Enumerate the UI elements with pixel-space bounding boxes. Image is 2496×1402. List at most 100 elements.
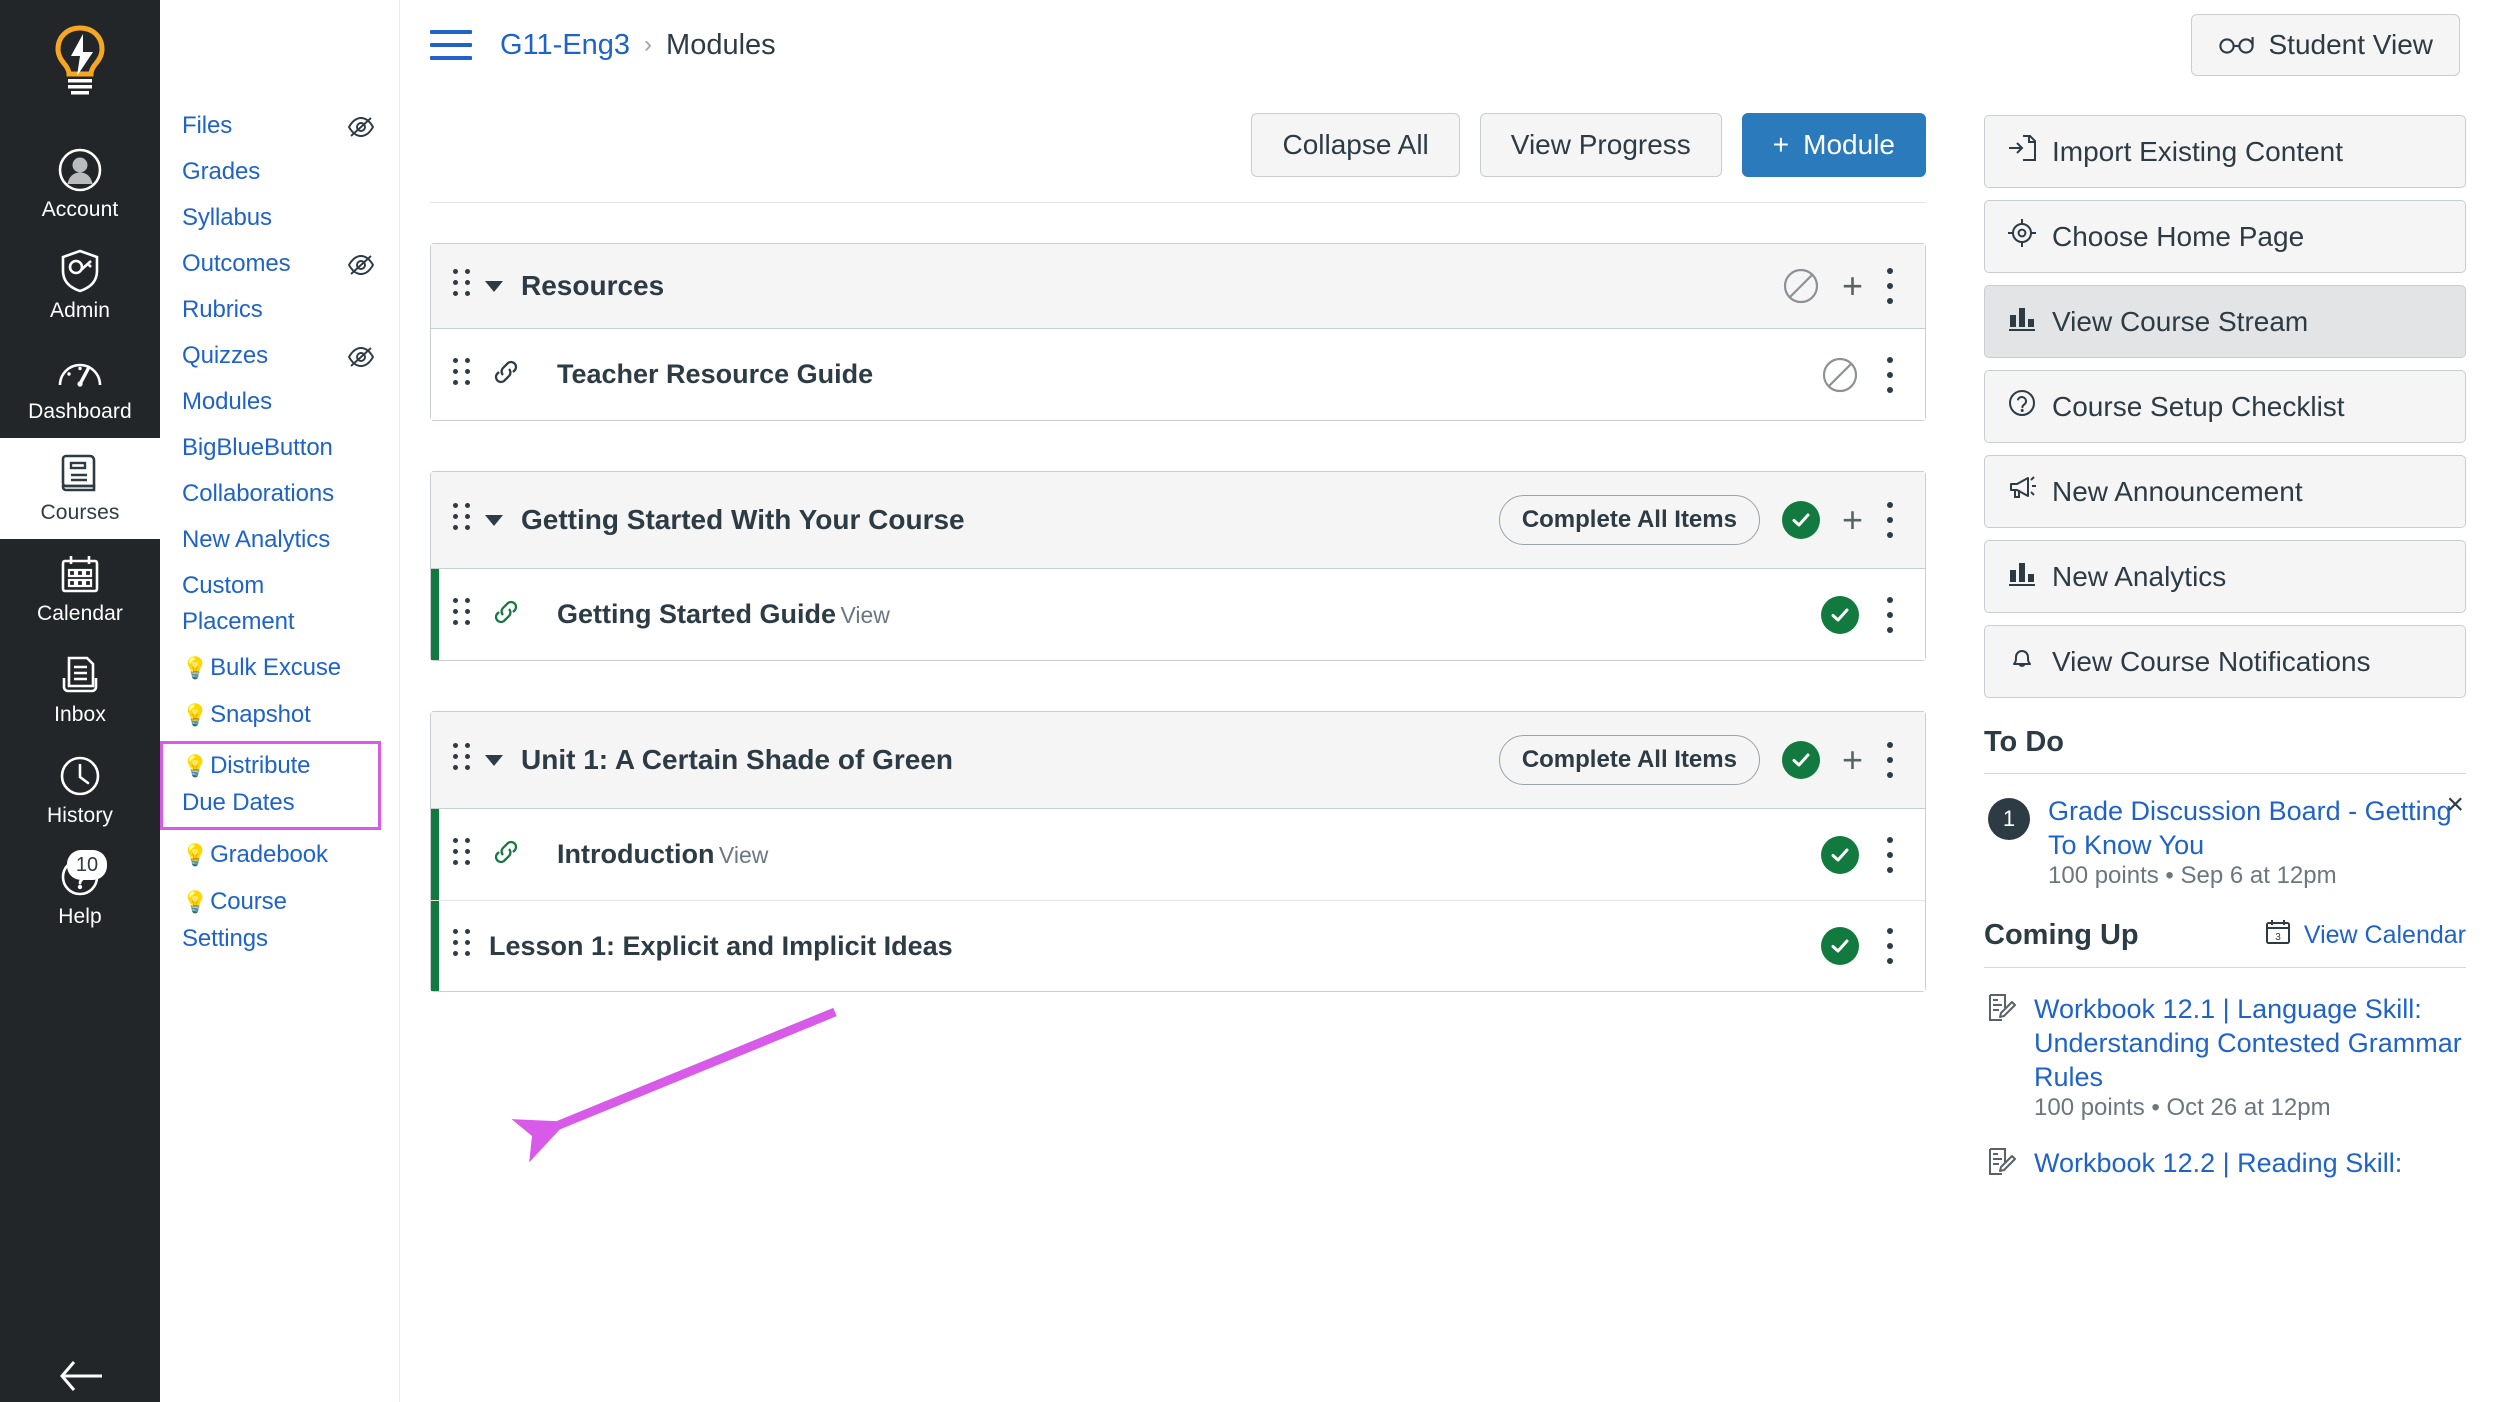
global-nav-label: Admin (49, 299, 111, 322)
todo-item-link[interactable]: Grade Discussion Board - Getting To Know… (2048, 794, 2466, 862)
chevron-down-icon[interactable] (485, 514, 503, 526)
published-icon[interactable] (1781, 501, 1820, 539)
coming-up-item-link[interactable]: Workbook 12.1 | Language Skill: Understa… (2034, 992, 2466, 1094)
global-nav-courses[interactable]: Courses (0, 438, 160, 539)
drag-handle-icon[interactable] (453, 357, 471, 392)
student-view-button[interactable]: Student View (2190, 14, 2460, 76)
course-navigation: Files Grades Syllabus Outcomes Rubrics Q… (160, 0, 400, 1402)
course-nav-item-grades[interactable]: Grades (160, 149, 399, 195)
course-nav-item-collaborations[interactable]: Collaborations (160, 471, 399, 517)
view-course-notifications-button[interactable]: View Course Notifications (1984, 625, 2466, 698)
breadcrumb-course-link[interactable]: G11-Eng3 (500, 29, 630, 62)
global-nav-calendar[interactable]: Calendar (0, 539, 160, 640)
coming-up-item-link[interactable]: Workbook 12.2 | Reading Skill: (2034, 1146, 2402, 1180)
unpublished-icon[interactable] (1821, 356, 1859, 394)
global-nav-admin[interactable]: Admin (0, 236, 160, 337)
course-nav-label: Gradebook (210, 841, 328, 868)
view-progress-button[interactable]: View Progress (1479, 113, 1722, 177)
lightbulb-logo[interactable] (49, 24, 111, 101)
module-menu-icon[interactable] (1885, 268, 1895, 304)
global-nav-history[interactable]: History (0, 741, 160, 842)
course-nav-item-outcomes[interactable]: Outcomes (160, 241, 399, 287)
item-menu-icon[interactable] (1885, 928, 1895, 964)
item-menu-icon[interactable] (1885, 836, 1895, 873)
new-announcement-button[interactable]: New Announcement (1984, 455, 2466, 528)
add-item-icon[interactable]: + (1842, 268, 1863, 304)
hidden-eye-icon (347, 116, 375, 143)
course-nav-item-rubrics[interactable]: Rubrics (160, 287, 399, 333)
course-nav-item-course-settings[interactable]: 💡Course Settings (160, 879, 399, 962)
module-item-subtitle: View (718, 842, 769, 868)
megaphone-icon (2007, 473, 2037, 510)
view-calendar-label: View Calendar (2303, 921, 2466, 949)
published-icon[interactable] (1821, 835, 1859, 874)
course-nav-item-modules[interactable]: Modules (160, 379, 399, 425)
collapse-all-button[interactable]: Collapse All (1251, 113, 1460, 177)
collapse-nav-icon[interactable] (0, 1356, 160, 1396)
add-item-icon[interactable]: + (1842, 502, 1863, 538)
unpublished-icon[interactable] (1782, 267, 1820, 305)
chevron-down-icon[interactable] (485, 280, 503, 292)
published-icon[interactable] (1821, 595, 1859, 634)
course-nav-item-custom-placement[interactable]: Custom Placement (160, 563, 399, 645)
new-analytics-button[interactable]: New Analytics (1984, 540, 2466, 613)
global-nav-dashboard[interactable]: Dashboard (0, 337, 160, 438)
course-nav-item-new-analytics[interactable]: New Analytics (160, 517, 399, 563)
chevron-down-icon[interactable] (485, 754, 503, 766)
sidebar-button-label: Course Setup Checklist (2052, 390, 2345, 422)
assignment-icon (1986, 1146, 2018, 1183)
add-item-icon[interactable]: + (1842, 742, 1863, 778)
main-region: G11-Eng3 › Modules Student View Collapse… (400, 0, 2496, 1402)
sidebar-button-label: View Course Notifications (2052, 645, 2371, 677)
module-menu-icon[interactable] (1885, 742, 1895, 778)
course-nav-item-gradebook[interactable]: 💡Gradebook (160, 832, 399, 879)
drag-handle-icon[interactable] (453, 929, 471, 963)
view-course-stream-button[interactable]: View Course Stream (1984, 285, 2466, 358)
course-nav-label: Modules (182, 388, 273, 415)
import-existing-content-button[interactable]: Import Existing Content (1984, 115, 2466, 188)
drag-handle-icon[interactable] (453, 743, 471, 777)
plus-icon: + (1772, 129, 1790, 160)
course-nav-item-snapshot[interactable]: 💡Snapshot (160, 692, 399, 739)
course-nav-item-bigbluebutton[interactable]: BigBlueButton (160, 425, 399, 471)
course-nav-item-quizzes[interactable]: Quizzes (160, 333, 399, 379)
drag-handle-icon[interactable] (453, 837, 471, 872)
published-icon[interactable] (1781, 741, 1820, 779)
book-icon (57, 450, 103, 496)
hamburger-menu-icon[interactable] (430, 30, 472, 60)
item-menu-icon[interactable] (1885, 596, 1895, 633)
course-nav-item-distribute-due-dates[interactable]: 💡Distribute Due Dates (160, 741, 381, 830)
module-item[interactable]: Teacher Resource Guide (431, 329, 1925, 420)
course-nav-label: Outcomes (182, 250, 291, 277)
question-circle-icon (2007, 388, 2037, 425)
view-calendar-link[interactable]: 3 View Calendar (2264, 918, 2466, 953)
module-item[interactable]: Introduction View (431, 809, 1925, 901)
course-setup-checklist-button[interactable]: Course Setup Checklist (1984, 370, 2466, 443)
drag-handle-icon[interactable] (453, 269, 471, 303)
global-nav-label: Dashboard (28, 400, 132, 423)
drag-handle-icon[interactable] (453, 503, 471, 537)
choose-home-page-button[interactable]: Choose Home Page (1984, 200, 2466, 273)
coming-up-header: Coming Up 3 View Calendar (1984, 918, 2466, 953)
course-nav-item-files[interactable]: Files (160, 103, 399, 149)
course-nav-item-syllabus[interactable]: Syllabus (160, 195, 399, 241)
published-icon[interactable] (1821, 927, 1859, 965)
close-icon[interactable]: × (2446, 790, 2464, 820)
global-nav-inbox[interactable]: Inbox (0, 640, 160, 741)
course-nav-label: Quizzes (182, 342, 268, 369)
module-header: Getting Started With Your Course Complet… (431, 472, 1925, 569)
add-module-button[interactable]: + Module (1741, 113, 1926, 177)
item-menu-icon[interactable] (1885, 356, 1895, 393)
global-nav-help[interactable]: 10 Help (0, 842, 160, 943)
drag-handle-icon[interactable] (453, 597, 471, 632)
completion-requirement-pill[interactable]: Complete All Items (1498, 495, 1760, 545)
course-nav-item-bulk-excuse[interactable]: 💡Bulk Excuse (160, 645, 399, 692)
completion-requirement-pill[interactable]: Complete All Items (1498, 735, 1760, 785)
global-nav-account[interactable]: Account (0, 135, 160, 236)
module-item[interactable]: Lesson 1: Explicit and Implicit Ideas (431, 901, 1925, 991)
course-nav-label: Custom Placement (182, 572, 295, 635)
svg-text:3: 3 (2275, 932, 2281, 943)
todo-header: To Do (1984, 726, 2466, 759)
module-item[interactable]: Getting Started Guide View (431, 569, 1925, 660)
module-menu-icon[interactable] (1885, 502, 1895, 538)
